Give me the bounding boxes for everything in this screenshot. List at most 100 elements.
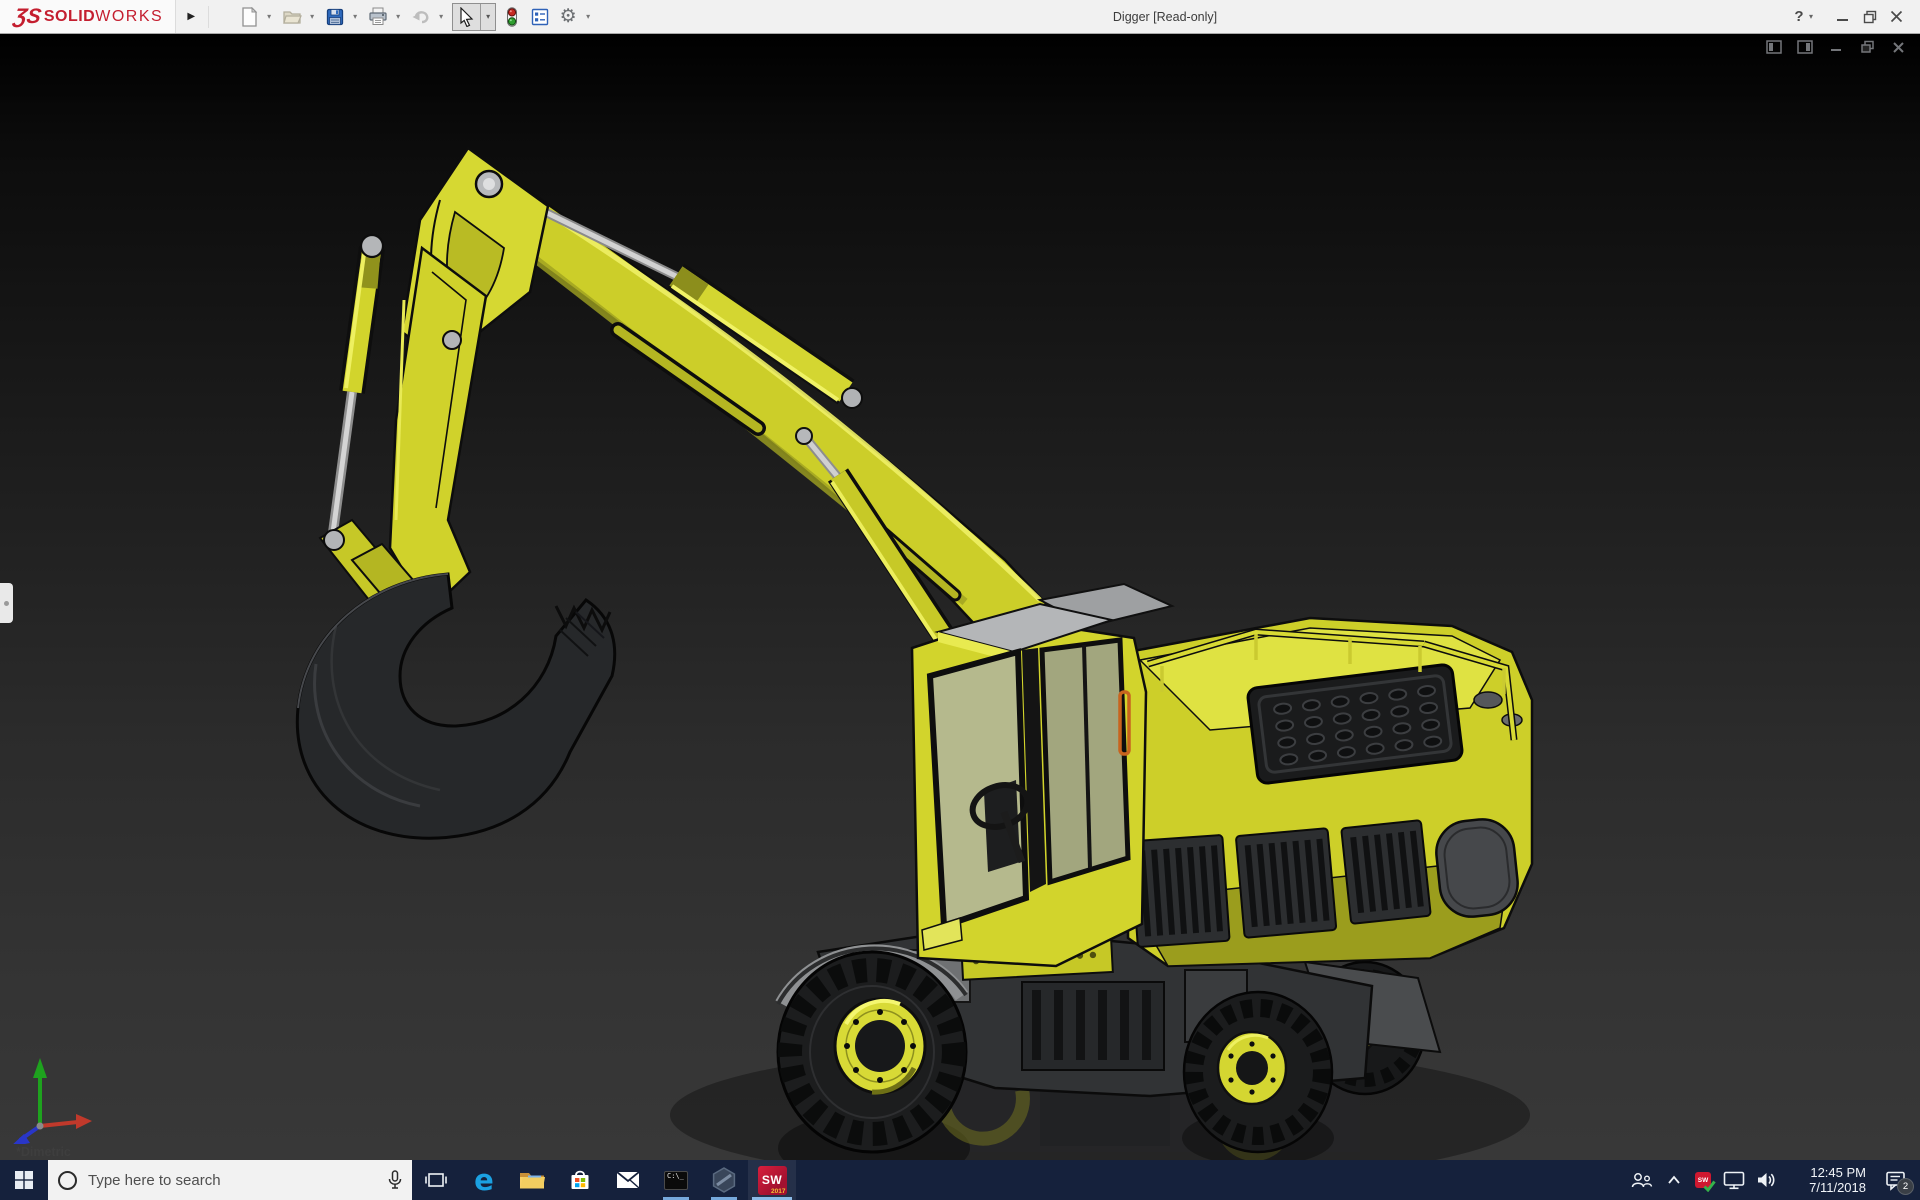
doc-close-button[interactable] bbox=[1890, 40, 1906, 54]
solidworks-2017-icon: SW 2017 bbox=[757, 1165, 787, 1195]
print-icon bbox=[369, 7, 387, 25]
rear-left-wheel[interactable] bbox=[1182, 990, 1334, 1154]
network-icon[interactable] bbox=[1718, 1160, 1750, 1200]
taskbar-app-store[interactable] bbox=[556, 1160, 604, 1200]
taskbar-app-edrawings[interactable] bbox=[700, 1160, 748, 1200]
task-view-button[interactable] bbox=[412, 1160, 460, 1200]
task-view-icon bbox=[425, 1173, 447, 1187]
side-vent-3 bbox=[1340, 819, 1432, 925]
minimize-icon bbox=[1837, 19, 1848, 21]
taskbar-app-edge[interactable]: e bbox=[460, 1160, 508, 1200]
volume-icon[interactable] bbox=[1750, 1160, 1782, 1200]
taskbar: e C: bbox=[0, 1160, 1920, 1200]
tray-overflow-chevron[interactable] bbox=[1660, 1160, 1688, 1200]
front-left-wheel[interactable] bbox=[776, 950, 968, 1154]
speaker-icon bbox=[1758, 1173, 1775, 1187]
store-icon bbox=[571, 1170, 589, 1189]
clock-date: 7/11/2018 bbox=[1809, 1180, 1866, 1195]
cab[interactable] bbox=[910, 582, 1176, 968]
restore-button[interactable] bbox=[1856, 4, 1883, 30]
open-document-icon bbox=[283, 10, 303, 24]
taskbar-app-mail[interactable] bbox=[604, 1160, 652, 1200]
rebuild-traffic-light-icon bbox=[507, 6, 518, 27]
windows-logo-icon bbox=[15, 1171, 33, 1189]
check-icon bbox=[1703, 1180, 1716, 1192]
solidworks-logo-glyph: ƷS bbox=[12, 4, 43, 28]
document-window-controls bbox=[1766, 40, 1906, 54]
bucket[interactable] bbox=[295, 572, 617, 840]
select-cursor-icon bbox=[460, 6, 474, 27]
open-dropdown-caret[interactable]: ▾ bbox=[306, 12, 318, 21]
solidworks-logo-bold: SOLID bbox=[43, 7, 96, 25]
options-dropdown-caret[interactable]: ▾ bbox=[582, 12, 594, 21]
menu-flyout-button[interactable]: ▶ bbox=[180, 5, 210, 28]
print-button[interactable] bbox=[364, 4, 392, 30]
cortana-icon bbox=[58, 1170, 77, 1190]
file-explorer-icon bbox=[520, 1173, 545, 1189]
options-button[interactable]: ⚙ bbox=[554, 4, 582, 30]
action-center-button[interactable]: 2 bbox=[1876, 1160, 1916, 1200]
save-button[interactable] bbox=[321, 4, 349, 30]
new-document-icon bbox=[242, 6, 258, 27]
gear-icon: ⚙ bbox=[559, 6, 577, 27]
select-dropdown-caret[interactable]: ▾ bbox=[480, 3, 495, 30]
print-dropdown-caret[interactable]: ▾ bbox=[392, 12, 404, 21]
taskbar-search[interactable] bbox=[48, 1160, 412, 1200]
view-orientation-label: *Dimetric bbox=[16, 1145, 71, 1159]
minimize-button[interactable] bbox=[1829, 4, 1856, 30]
rebuild-button[interactable] bbox=[498, 4, 526, 30]
new-document-button[interactable] bbox=[235, 4, 263, 30]
people-button[interactable] bbox=[1622, 1160, 1660, 1200]
solidworks-logo-light: WORKS bbox=[95, 7, 164, 25]
window-title: Digger [Read-only] bbox=[1112, 9, 1218, 24]
tray-clock[interactable]: 12:45 PM 7/11/2018 bbox=[1790, 1165, 1866, 1195]
boom[interactable] bbox=[466, 155, 1060, 662]
doc-pane-toggle-left[interactable] bbox=[1766, 40, 1782, 54]
help-dropdown-caret[interactable]: ▾ bbox=[1809, 12, 1821, 21]
notification-badge: 2 bbox=[1897, 1178, 1914, 1195]
start-button[interactable] bbox=[0, 1160, 48, 1200]
select-tool-group: ▾ bbox=[452, 2, 497, 31]
microphone-icon[interactable] bbox=[388, 1170, 402, 1190]
doc-minimize-button[interactable] bbox=[1828, 40, 1844, 54]
undo-button[interactable] bbox=[407, 4, 435, 30]
orientation-triad bbox=[13, 1058, 92, 1144]
side-vent-1 bbox=[1129, 834, 1231, 948]
search-input[interactable] bbox=[86, 1170, 379, 1190]
undo-icon bbox=[412, 10, 429, 23]
window-controls: ? ▾ bbox=[1789, 4, 1920, 30]
close-button[interactable] bbox=[1883, 4, 1910, 30]
close-icon bbox=[1890, 10, 1903, 23]
save-icon bbox=[327, 8, 344, 25]
undo-dropdown-caret[interactable]: ▾ bbox=[435, 12, 447, 21]
doc-restore-button[interactable] bbox=[1859, 40, 1875, 54]
engine-house[interactable] bbox=[1126, 616, 1534, 968]
titlebar: ƷS SOLID WORKS ▶ ▾ ▾ ▾ ▾ ▾ ▾ ⚙ ▾ Digger … bbox=[0, 0, 1920, 34]
select-cursor-button[interactable] bbox=[453, 4, 480, 30]
taskbar-app-command-prompt[interactable]: C:\_ bbox=[652, 1160, 700, 1200]
save-dropdown-caret[interactable]: ▾ bbox=[349, 12, 361, 21]
file-properties-button[interactable] bbox=[526, 4, 554, 30]
solidworks-tray-icon[interactable]: SW bbox=[1688, 1160, 1718, 1200]
edge-icon: e bbox=[474, 1162, 494, 1197]
side-vent-2 bbox=[1235, 827, 1338, 939]
mail-icon bbox=[616, 1171, 640, 1189]
people-icon bbox=[1631, 1173, 1652, 1188]
taskbar-app-solidworks-2017[interactable]: SW 2017 bbox=[748, 1160, 796, 1200]
clock-time: 12:45 PM bbox=[1810, 1165, 1866, 1180]
solidworks-logo: ƷS SOLID WORKS bbox=[0, 0, 177, 33]
rear-panel bbox=[1435, 818, 1519, 918]
doc-pane-toggle-right[interactable] bbox=[1797, 40, 1813, 54]
featuremanager-tab-dot bbox=[4, 600, 9, 606]
new-dropdown-caret[interactable]: ▾ bbox=[263, 12, 275, 21]
excavator-model[interactable] bbox=[0, 34, 1920, 1160]
open-document-button[interactable] bbox=[278, 4, 306, 30]
system-tray: SW 12:45 PM 7/11/2018 2 bbox=[1622, 1160, 1920, 1200]
featuremanager-tab[interactable] bbox=[0, 583, 13, 623]
dipper-stick[interactable] bbox=[388, 245, 488, 614]
bucket-cylinder[interactable] bbox=[327, 233, 385, 541]
help-button[interactable]: ? bbox=[1789, 4, 1809, 30]
quick-access-toolbar: ▾ ▾ ▾ ▾ ▾ ▾ ⚙ ▾ bbox=[235, 2, 597, 31]
viewport[interactable]: *Dimetric bbox=[0, 34, 1920, 1160]
taskbar-app-file-explorer[interactable] bbox=[508, 1160, 556, 1200]
